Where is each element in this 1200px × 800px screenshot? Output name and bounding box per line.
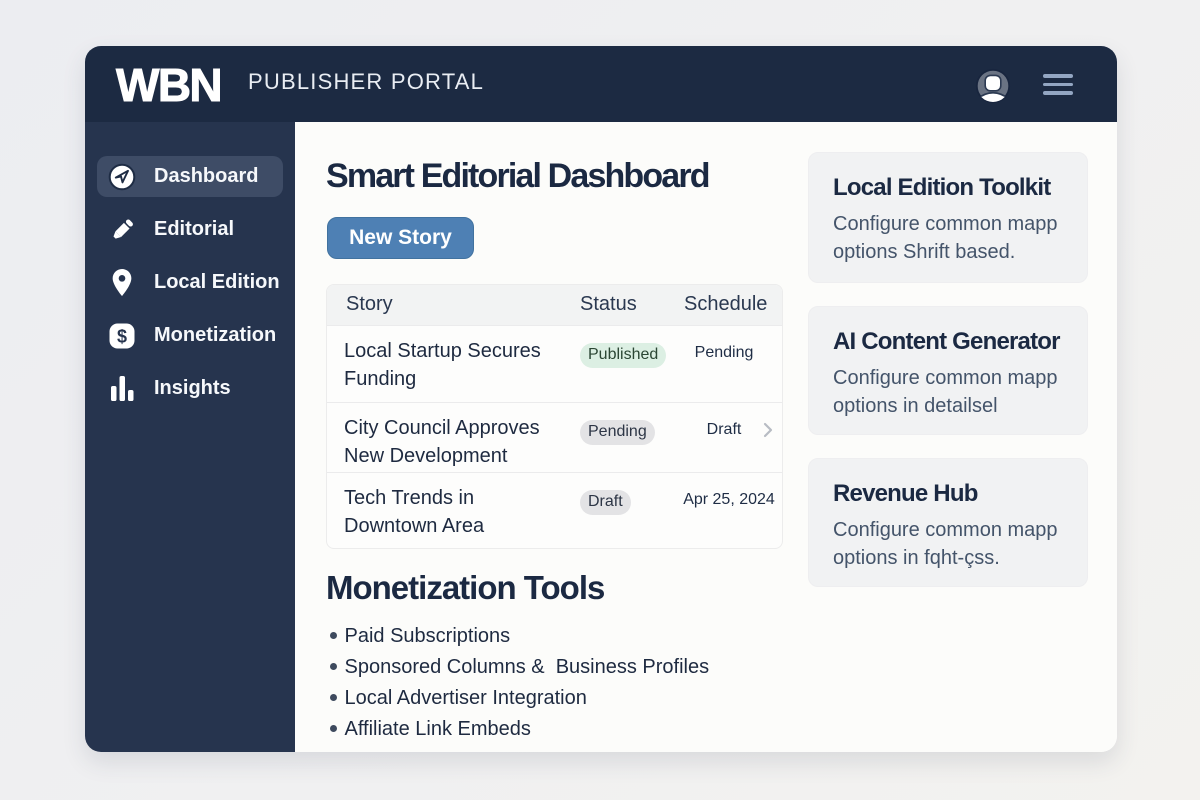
svg-text:$: $: [117, 326, 127, 346]
